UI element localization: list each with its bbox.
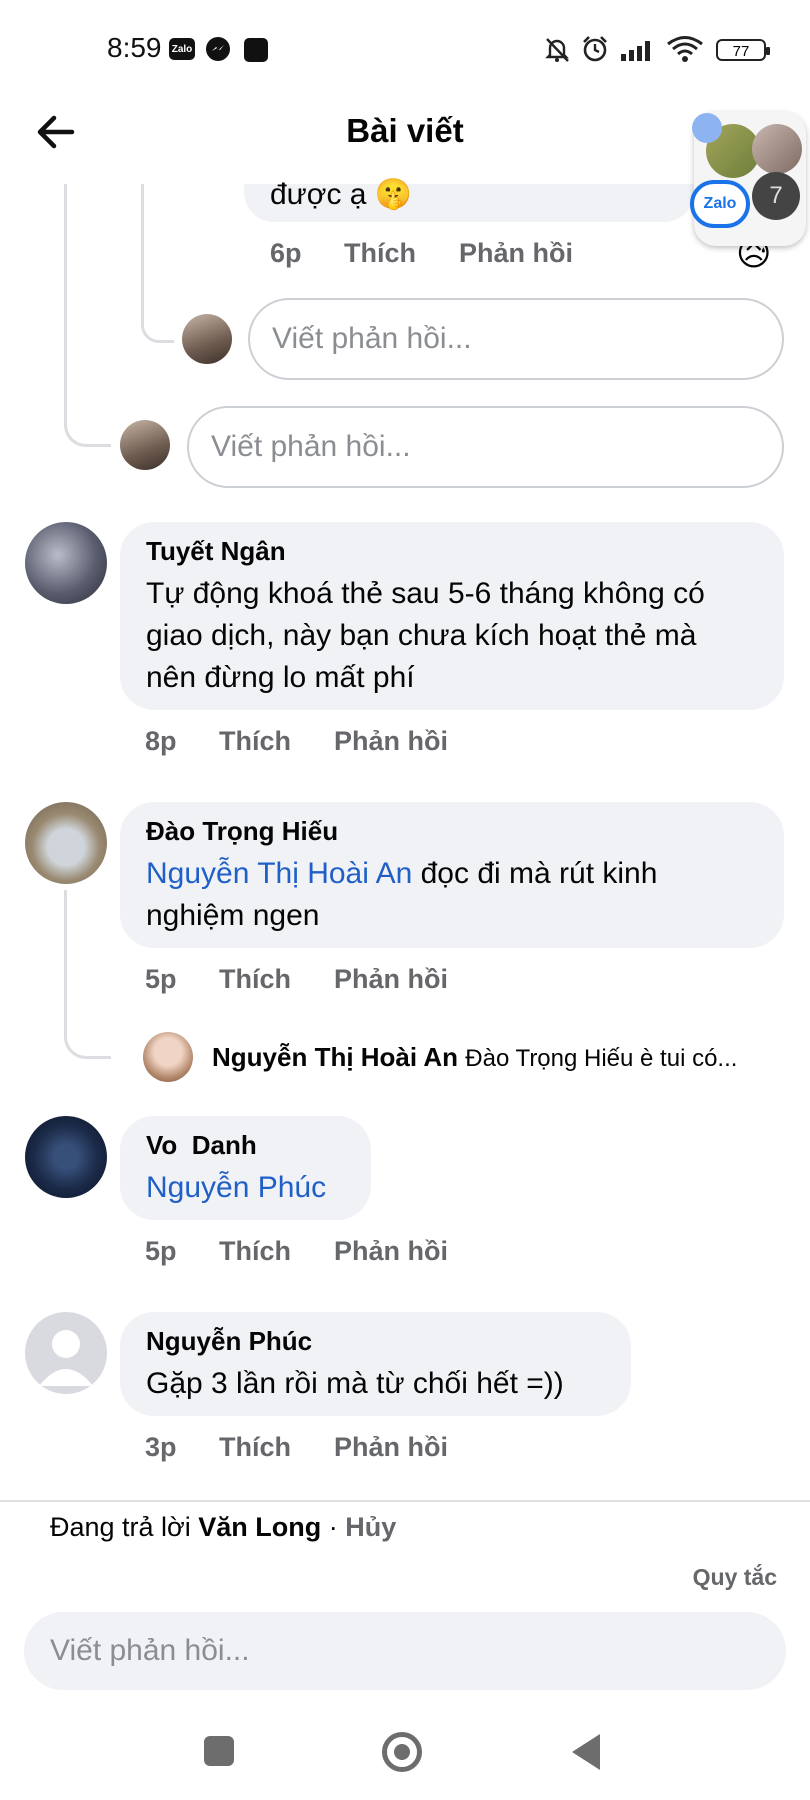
comment-bubble[interactable]: Tuyết Ngân Tự động khoá thẻ sau 5-6 thán… (120, 522, 784, 710)
reply-button[interactable]: Phản hồi (334, 1236, 448, 1267)
wifi-icon (667, 36, 703, 62)
nested-reply-input[interactable]: Viết phản hồi... (248, 298, 784, 380)
comment-text-line: Tự động khoá thẻ sau 5-6 tháng không có (146, 577, 705, 610)
avatar-nguyen-thi-hoai-an[interactable] (143, 1032, 193, 1082)
replying-to-bar: Đang trả lời Văn Long · Hủy (50, 1512, 396, 1543)
mention-link[interactable]: Nguyễn Phúc (146, 1167, 345, 1209)
chat-head-indicator (692, 113, 722, 143)
comment-author[interactable]: Vo Danh (146, 1130, 345, 1161)
reply-button[interactable]: Phản hồi (334, 726, 448, 757)
comment-text-line: giao dịch, này bạn chưa kích hoạt thẻ mà (146, 619, 697, 652)
chat-head-avatar[interactable] (752, 124, 802, 174)
like-button[interactable]: Thích (219, 1236, 291, 1267)
like-button[interactable]: Thích (219, 726, 291, 757)
reply-button[interactable]: Phản hồi (334, 964, 448, 995)
zalo-logo-icon[interactable]: Zalo (690, 180, 750, 228)
comment-text: đọc đi mà rút kinh (412, 857, 658, 890)
recents-button[interactable] (204, 1736, 234, 1766)
signal-icon (621, 41, 650, 61)
comment-time: 5p (145, 1236, 177, 1266)
comment-time: 8p (145, 726, 177, 756)
comment-author[interactable]: Tuyết Ngân (146, 536, 758, 567)
comment-bubble-partial[interactable]: được ạ 🤫 (244, 178, 694, 222)
comment-bubble[interactable]: Vo Danh Nguyễn Phúc (120, 1116, 371, 1220)
battery-icon: 77 (716, 39, 770, 61)
comment-author[interactable]: Đào Trọng Hiếu (146, 816, 758, 847)
unread-count-badge: 7 (752, 172, 800, 220)
replying-to-name: Văn Long (198, 1512, 322, 1542)
reply-preview[interactable]: Nguyễn Thị Hoài An Đào Trọng Hiếu è tui … (212, 1042, 737, 1073)
replying-prefix: Đang trả lời (50, 1512, 199, 1542)
alarm-icon (583, 36, 607, 62)
reply-composer-input[interactable]: Viết phản hồi... (24, 1612, 786, 1690)
comment-text-line: nghiệm ngen (146, 899, 320, 932)
mute-icon (545, 38, 569, 62)
comment-time: 6p (270, 238, 302, 268)
thread-line (64, 890, 111, 1059)
avatar[interactable] (120, 420, 170, 470)
divider (0, 1500, 810, 1502)
avatar-tuyet-ngan[interactable] (25, 522, 107, 604)
like-button[interactable]: Thích (219, 1432, 291, 1463)
page-title: Bài viết (346, 112, 464, 149)
like-button[interactable]: Thích (219, 964, 291, 995)
thread-line (64, 184, 111, 447)
separator: · (321, 1512, 346, 1542)
comment-time: 3p (145, 1432, 177, 1462)
like-button[interactable]: Thích (344, 238, 416, 269)
default-avatar-icon[interactable] (25, 1312, 107, 1394)
comment-text: được ạ 🤫 (270, 178, 413, 211)
rules-link[interactable]: Quy tắc (693, 1564, 777, 1591)
reply-button[interactable]: Phản hồi (334, 1432, 448, 1463)
cancel-reply-button[interactable]: Hủy (345, 1512, 396, 1542)
avatar-dao-trong-hieu[interactable] (25, 802, 107, 884)
messenger-notification-icon (206, 37, 230, 61)
reply-preview-snippet: Đào Trọng Hiếu è tui có... (465, 1045, 738, 1072)
avatar[interactable] (182, 314, 232, 364)
zalo-notification-icon: Zalo (169, 38, 195, 60)
status-time: 8:59 (107, 32, 162, 63)
comment-author[interactable]: Nguyễn Phúc (146, 1326, 605, 1357)
reply-preview-author[interactable]: Nguyễn Thị Hoài An (212, 1042, 458, 1072)
mention-link[interactable]: Nguyễn Thị Hoài An (146, 857, 412, 890)
thread-line-nested (141, 184, 174, 343)
comment-bubble[interactable]: Nguyễn Phúc Gặp 3 lần rồi mà từ chối hết… (120, 1312, 631, 1416)
app-notification-icon (244, 38, 268, 62)
reply-button[interactable]: Phản hồi (459, 238, 573, 269)
comment-bubble[interactable]: Đào Trọng Hiếu Nguyễn Thị Hoài An đọc đi… (120, 802, 784, 948)
comment-text-line: nên đừng lo mất phí (146, 661, 415, 694)
nav-back-button[interactable] (572, 1734, 600, 1770)
comment-time: 5p (145, 964, 177, 994)
comment-text: Gặp 3 lần rồi mà từ chối hết =)) (146, 1367, 564, 1400)
home-button[interactable] (382, 1732, 422, 1772)
reply-input[interactable]: Viết phản hồi... (187, 406, 784, 488)
avatar-vo-danh[interactable] (25, 1116, 107, 1198)
